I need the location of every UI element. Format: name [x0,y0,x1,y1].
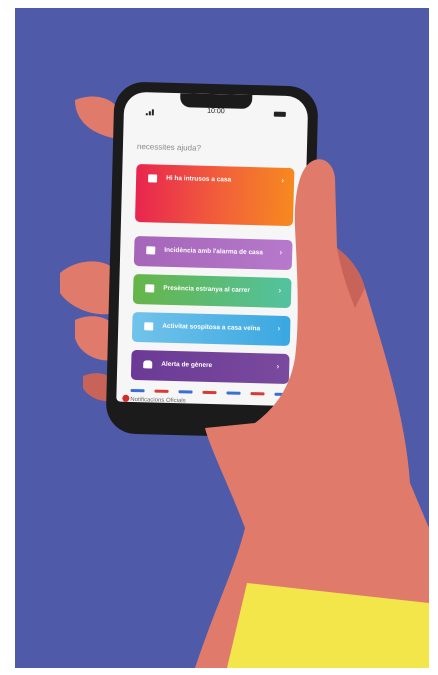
hand-foreground [195,159,429,668]
illustration-background: 10:00 necessites ajuda? Hi ha intrusos a… [15,8,429,668]
